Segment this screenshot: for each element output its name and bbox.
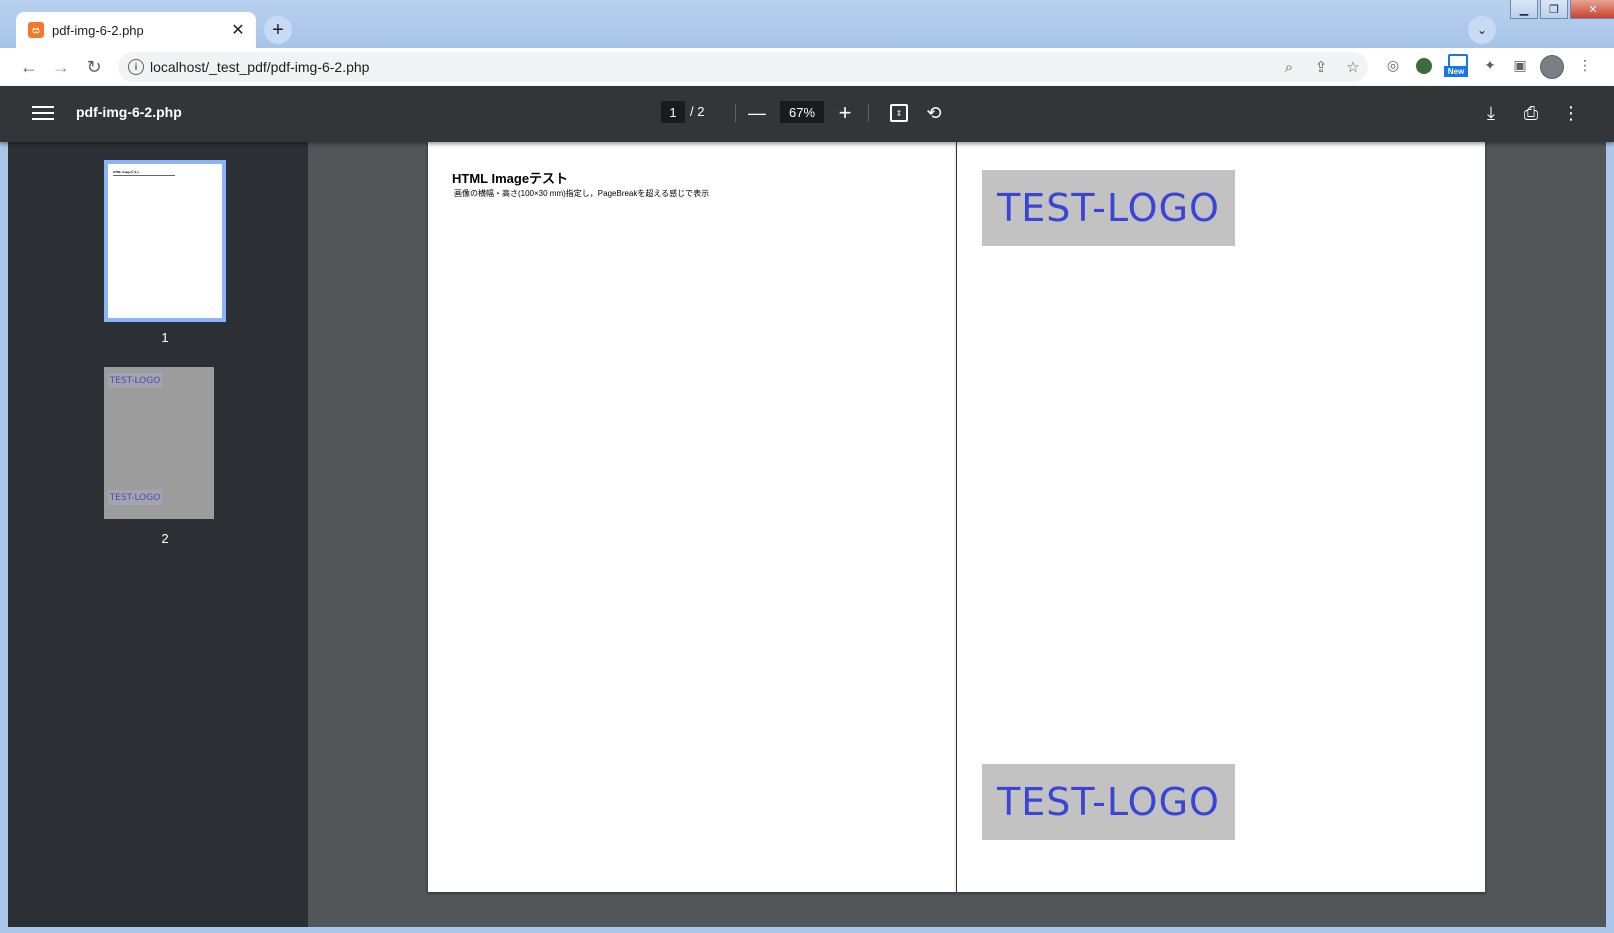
thumbnail-sidebar: HTML Imageテスト 1 TEST-LOGO TEST-LOGO 2 [8, 142, 308, 927]
extension-green-icon[interactable] [1416, 58, 1432, 74]
thumbnail-logo: TEST-LOGO [108, 490, 162, 505]
thumbnail-label-1: 1 [161, 330, 169, 345]
extensions-puzzle-icon[interactable]: ✦ [1480, 55, 1500, 75]
back-icon[interactable]: ← [17, 55, 41, 79]
window-controls: ▁ ❐ ✕ [1508, 0, 1614, 22]
divider [868, 104, 869, 122]
print-icon[interactable]: ⎙ [1519, 101, 1543, 125]
url-text: localhost/_test_pdf/pdf-img-6-2.php [150, 59, 370, 75]
page-subtitle: 画像の横幅・高さ(100×30 mm)指定し，PageBreakを超える感じで表… [454, 189, 710, 198]
page-thumbnail-1[interactable]: HTML Imageテスト [104, 160, 226, 322]
tab-strip: ස pdf-img-6-2.php ✕ + ⌄ ▁ ❐ ✕ [0, 0, 1614, 48]
zoom-input[interactable]: 67% [780, 101, 824, 123]
bookmark-star-icon[interactable]: ☆ [1344, 58, 1362, 76]
browser-toolbar: ← → ↻ i localhost/_test_pdf/pdf-img-6-2.… [0, 48, 1614, 87]
favicon-icon: ස [28, 22, 44, 38]
test-logo-image: TEST-LOGO [982, 764, 1235, 840]
zoom-out-icon[interactable]: — [745, 101, 769, 125]
pdf-title: pdf-img-6-2.php [76, 104, 182, 120]
thumbnail-title: HTML Imageテスト [113, 170, 140, 174]
pdf-viewer[interactable]: HTML Imageテスト 画像の横幅・高さ(100×30 mm)指定し，Pag… [308, 142, 1606, 927]
test-logo-image: TEST-LOGO [982, 170, 1235, 246]
pdf-page-2: TEST-LOGO TEST-LOGO [957, 142, 1485, 892]
tab-search-button[interactable]: ⌄ [1468, 16, 1496, 44]
page-total: / 2 [690, 104, 705, 119]
more-icon[interactable]: ⋮ [1559, 101, 1583, 125]
thumbnail-logo: TEST-LOGO [108, 373, 162, 388]
page-heading: HTML Imageテスト [452, 171, 569, 186]
extension-new-icon[interactable]: New [1444, 54, 1468, 78]
browser-tab[interactable]: ස pdf-img-6-2.php ✕ [16, 12, 256, 48]
new-badge: New [1444, 66, 1468, 77]
maximize-button[interactable]: ❐ [1540, 0, 1568, 19]
divider [735, 104, 736, 122]
address-bar[interactable]: i localhost/_test_pdf/pdf-img-6-2.php ⌕ … [118, 52, 1368, 82]
forward-icon[interactable]: → [49, 55, 73, 79]
download-icon[interactable]: ⤓ [1479, 101, 1503, 125]
reload-icon[interactable]: ↻ [82, 55, 106, 79]
browser-window: ස pdf-img-6-2.php ✕ + ⌄ ▁ ❐ ✕ ← → ↻ i lo… [0, 0, 1614, 933]
window-bottom-edge [0, 927, 1614, 933]
zoom-in-icon[interactable]: + [833, 100, 857, 125]
thumbnail-label-2: 2 [161, 531, 169, 546]
thumbnail-text-line [113, 175, 175, 176]
menu-icon[interactable] [32, 102, 54, 124]
close-window-button[interactable]: ✕ [1570, 0, 1614, 19]
rotate-icon[interactable]: ⟲ [922, 101, 946, 125]
minimize-button[interactable]: ▁ [1510, 0, 1538, 19]
site-info-icon[interactable]: i [128, 59, 144, 75]
side-panel-icon[interactable]: ▣ [1510, 55, 1530, 75]
browser-menu-icon[interactable]: ⋮ [1575, 55, 1595, 75]
share-icon[interactable]: ⇪ [1312, 58, 1330, 76]
extension-github-icon[interactable]: ◎ [1383, 55, 1403, 75]
new-tab-button[interactable]: + [264, 16, 292, 44]
pdf-toolbar: pdf-img-6-2.php 1 / 2 — 67% + ⇕ ⟲ ⤓ ⎙ ⋮ [0, 86, 1614, 142]
page-number-input[interactable]: 1 [661, 101, 685, 123]
profile-avatar[interactable] [1540, 55, 1564, 79]
fit-page-icon[interactable]: ⇕ [887, 101, 911, 125]
pdf-page-1: HTML Imageテスト 画像の横幅・高さ(100×30 mm)指定し，Pag… [428, 142, 956, 892]
close-tab-icon[interactable]: ✕ [228, 20, 248, 40]
page-thumbnail-2[interactable]: TEST-LOGO TEST-LOGO [104, 367, 214, 519]
zoom-icon[interactable]: ⌕ [1280, 58, 1298, 76]
tab-title: pdf-img-6-2.php [52, 22, 144, 38]
